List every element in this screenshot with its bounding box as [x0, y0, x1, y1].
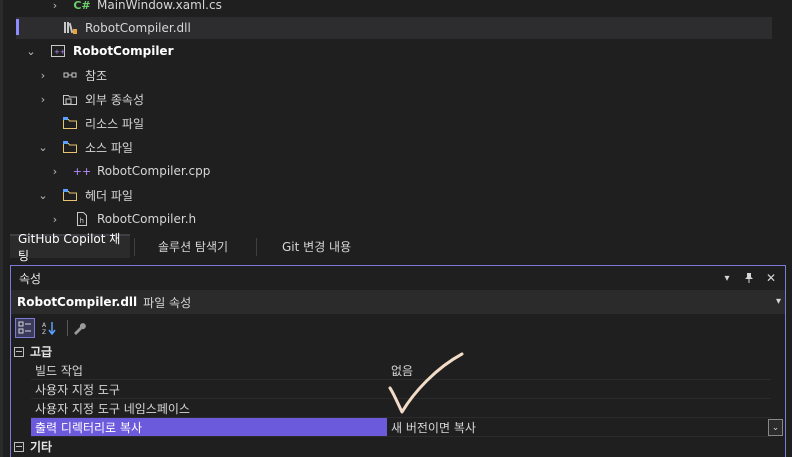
svg-text:h: h: [80, 217, 84, 225]
svg-text:Z: Z: [42, 329, 46, 335]
cpp-project-icon: ++: [50, 43, 66, 59]
checkmark-annotation: [388, 352, 464, 414]
tree-item-label: 헤더 파일: [85, 188, 133, 203]
tab-github-copilot-chat[interactable]: GitHub Copilot 채팅: [10, 232, 130, 263]
filter-folder-icon: [62, 139, 78, 155]
object-selector[interactable]: RobotCompiler.dll 파일 속성 ▾: [11, 290, 785, 314]
property-name: 사용자 지정 도구: [31, 380, 387, 399]
tree-item-label: 참조: [85, 68, 108, 83]
tree-item-robotcompiler-dll[interactable]: RobotCompiler.dll: [16, 17, 772, 39]
tree-item-label: 외부 종속성: [85, 92, 145, 107]
collapse-icon[interactable]: [14, 441, 24, 452]
tree-item-label: 리소스 파일: [85, 116, 145, 131]
alphabetical-sort-icon[interactable]: AZ: [39, 318, 59, 338]
external-deps-folder-icon: [62, 91, 78, 107]
toolbar-separator: [67, 320, 68, 336]
svg-text:A: A: [42, 322, 47, 329]
tree-item-mainwindow[interactable]: › C# MainWindow.xaml.cs: [10, 0, 772, 16]
chevron-down-icon[interactable]: ⌄: [768, 419, 783, 436]
tab-separator: [134, 238, 135, 256]
tree-item-robotcompiler-h[interactable]: › h RobotCompiler.h: [10, 208, 772, 230]
tree-item-robotcompiler-project[interactable]: ⌄ ++ RobotCompiler: [10, 40, 772, 62]
category-label: 기타: [30, 440, 53, 454]
csharp-file-icon: C#: [73, 0, 91, 12]
property-pages-wrench-icon[interactable]: [69, 318, 89, 338]
chevron-down-icon[interactable]: ▾: [719, 270, 735, 286]
tree-item-robotcompiler-cpp[interactable]: › ++ RobotCompiler.cpp: [10, 160, 772, 182]
tree-item-resource-files[interactable]: 리소스 파일: [10, 112, 772, 134]
tree-item-label: RobotCompiler: [73, 44, 174, 58]
category-label: 고급: [30, 345, 53, 359]
header-file-icon: h: [74, 211, 90, 227]
tab-git-changes[interactable]: Git 변경 내용: [274, 234, 374, 258]
object-name: RobotCompiler.dll: [17, 295, 138, 309]
close-icon[interactable]: ✕: [763, 270, 779, 286]
left-edge: [0, 0, 3, 457]
properties-toolbar: AZ: [11, 316, 785, 340]
chevron-right-icon[interactable]: ›: [48, 212, 62, 226]
tree-item-label: 소스 파일: [85, 140, 133, 155]
tab-solution-explorer[interactable]: 솔루션 탐색기: [150, 234, 250, 258]
svg-text:++: ++: [54, 48, 66, 56]
properties-title: 속성: [19, 271, 42, 286]
property-name: 출력 디렉터리로 복사: [31, 418, 387, 437]
tree-item-label: RobotCompiler.h: [97, 212, 197, 226]
property-name: 사용자 지정 도구 네임스페이스: [31, 399, 387, 418]
chevron-down-icon[interactable]: ⌄: [36, 140, 50, 154]
chevron-right-icon[interactable]: ›: [48, 0, 62, 12]
filter-folder-icon: [62, 187, 78, 203]
tool-window-tabs: GitHub Copilot 채팅 솔루션 탐색기 Git 변경 내용: [10, 232, 786, 263]
categorized-view-icon[interactable]: [15, 318, 35, 338]
pin-icon[interactable]: [741, 270, 757, 286]
filter-folder-icon: [62, 115, 78, 131]
solution-explorer-tree: › C# MainWindow.xaml.cs RobotCompiler.dl…: [10, 0, 786, 234]
property-value[interactable]: 새 버전이면 복사: [387, 418, 771, 437]
property-name: 빌드 작업: [31, 361, 387, 380]
property-row-copy-to-output[interactable]: 출력 디렉터리로 복사 새 버전이면 복사 ⌄: [27, 418, 787, 437]
chevron-right-icon[interactable]: ›: [36, 68, 50, 82]
chevron-down-icon[interactable]: ⌄: [36, 188, 50, 202]
tree-item-label: RobotCompiler.cpp: [97, 164, 211, 178]
selection-indicator: [16, 19, 19, 35]
chevron-right-icon[interactable]: ›: [36, 92, 50, 106]
tree-item-label: MainWindow.xaml.cs: [97, 0, 222, 12]
chevron-down-icon[interactable]: ▾: [776, 296, 781, 307]
tree-item-header-files[interactable]: ⌄ 헤더 파일: [10, 184, 772, 206]
tree-item-references[interactable]: › 참조: [10, 64, 772, 86]
cpp-file-icon: ++: [72, 164, 92, 178]
tab-separator: [256, 238, 257, 256]
chevron-down-icon[interactable]: ⌄: [24, 44, 38, 58]
tree-item-source-files[interactable]: ⌄ 소스 파일: [10, 136, 772, 158]
tree-item-external-deps[interactable]: › 외부 종속성: [10, 88, 772, 110]
properties-header: 속성: [11, 266, 785, 290]
tree-item-label: RobotCompiler.dll: [85, 21, 191, 35]
object-kind: 파일 속성: [143, 295, 192, 310]
collapse-icon[interactable]: [14, 346, 24, 357]
category-misc[interactable]: 기타: [11, 437, 785, 456]
chevron-right-icon[interactable]: ›: [48, 164, 62, 178]
library-icon: [62, 20, 78, 36]
references-icon: [62, 67, 78, 83]
